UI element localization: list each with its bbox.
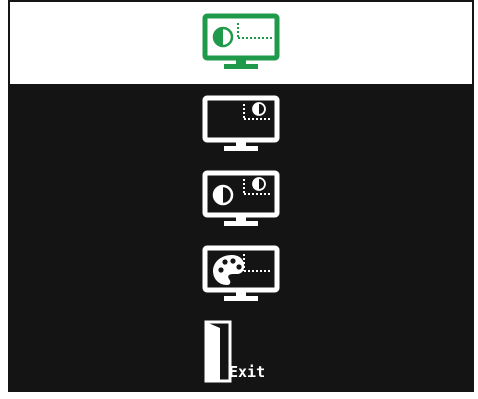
monitor-picture-in-picture-contrast-icon [200, 13, 282, 73]
menu-item-color[interactable] [10, 235, 472, 311]
menu-item-sub-window-contrast[interactable] [10, 84, 472, 161]
menu-item-dual-contrast[interactable] [10, 161, 472, 235]
monitor-sub-window-contrast-icon [200, 93, 282, 153]
menu-item-exit[interactable]: Exit [10, 311, 472, 391]
exit-label: Exit [229, 363, 265, 381]
osd-menu: Exit [8, 0, 474, 392]
monitor-color-palette-icon [200, 243, 282, 303]
monitor-dual-contrast-icon [200, 168, 282, 228]
menu-item-picture-contrast[interactable] [10, 2, 472, 84]
exit-door-icon: Exit [200, 319, 282, 383]
